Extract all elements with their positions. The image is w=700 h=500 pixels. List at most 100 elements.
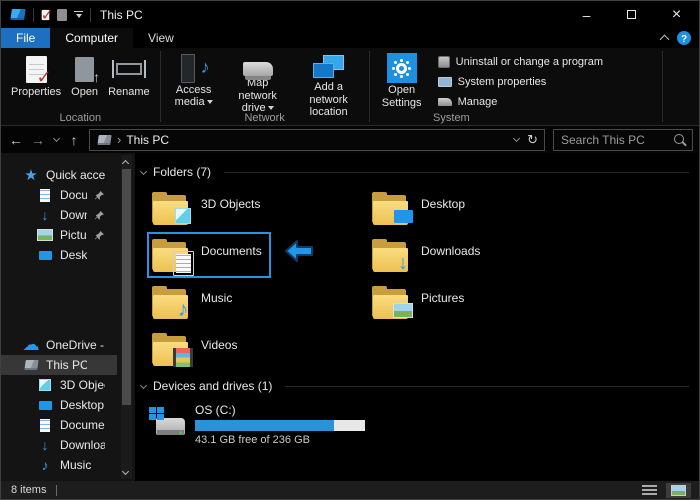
folder-tile[interactable]: Documents xyxy=(147,232,271,278)
qat-customize-caret-icon[interactable] xyxy=(74,11,83,18)
quick-access-toolbar: This PC xyxy=(1,7,143,23)
add-network-location-button[interactable]: Add a network location xyxy=(295,51,363,111)
item-icon xyxy=(37,227,53,243)
section-rule xyxy=(224,172,689,173)
search-icon[interactable] xyxy=(673,133,687,147)
content-area: Quick access Documents Downloads xyxy=(1,153,699,481)
up-button[interactable] xyxy=(63,129,85,151)
thumbnail-view-button[interactable] xyxy=(666,483,691,498)
folder-tile[interactable]: Videos xyxy=(147,326,271,372)
sidebar-item-quick-access[interactable]: Quick access xyxy=(1,165,135,185)
folders-section-header[interactable]: Folders (7) xyxy=(141,163,689,181)
drive-tile-os-c[interactable]: OS (C:) 43.1 GB free of 236 GB xyxy=(149,403,689,446)
rename-icon xyxy=(116,63,142,75)
system-properties-button[interactable]: System properties xyxy=(438,73,603,91)
section-title: Devices and drives (1) xyxy=(153,379,272,393)
group-label-network: Network xyxy=(161,112,369,124)
details-view-button[interactable] xyxy=(637,483,662,498)
search-input[interactable] xyxy=(559,132,673,148)
window-controls xyxy=(564,1,699,28)
dropdown-caret-icon xyxy=(207,100,213,104)
collapse-ribbon-icon[interactable] xyxy=(660,35,670,45)
sidebar-item[interactable]: 3D Objects xyxy=(1,375,135,395)
rename-button[interactable]: Rename xyxy=(104,51,154,111)
help-button[interactable] xyxy=(677,31,691,45)
sidebar-item[interactable]: Pictures xyxy=(1,225,135,245)
app-icon xyxy=(10,7,26,23)
ribbon-group-location: Properties Open Rename Location xyxy=(1,48,160,125)
window-title: This PC xyxy=(100,8,143,22)
folder-label: Documents xyxy=(201,244,262,258)
system-properties-label: System properties xyxy=(458,76,547,88)
sidebar-scrollbar[interactable] xyxy=(121,155,132,479)
sidebar-item[interactable]: Documents xyxy=(1,185,135,205)
onedrive-icon xyxy=(23,337,39,353)
access-media-label: Access media xyxy=(175,84,212,109)
access-media-button[interactable]: Access media xyxy=(167,51,221,111)
scroll-up-icon[interactable] xyxy=(122,160,129,167)
folder-tile[interactable]: Pictures xyxy=(367,279,491,325)
uninstall-icon xyxy=(438,56,450,68)
sidebar-item[interactable]: Desktop xyxy=(1,245,135,265)
add-network-location-icon xyxy=(313,53,344,80)
qat-properties-icon[interactable] xyxy=(42,9,50,19)
close-button[interactable] xyxy=(654,1,699,28)
item-icon xyxy=(37,457,53,473)
folder-icon xyxy=(152,332,190,366)
tab-view[interactable]: View xyxy=(133,28,189,48)
sidebar-item[interactable]: Desktop xyxy=(1,395,135,415)
address-bar[interactable]: This PC xyxy=(89,129,545,151)
folder-overlay-icon xyxy=(392,205,414,227)
item-icon xyxy=(37,187,53,203)
breadcrumb[interactable]: This PC xyxy=(126,133,169,147)
folder-tile[interactable]: Desktop xyxy=(367,185,491,231)
tab-file[interactable]: File xyxy=(1,28,50,48)
folder-view: Folders (7) 3D Objects xyxy=(135,153,699,481)
folder-label: Videos xyxy=(201,338,237,352)
folder-icon xyxy=(152,285,190,319)
chevron-down-icon xyxy=(52,135,59,142)
disk-usage-fill xyxy=(195,420,334,431)
scrollbar-thumb[interactable] xyxy=(122,169,131,405)
folder-tile[interactable]: Music xyxy=(147,279,271,325)
open-settings-button[interactable]: Open Settings xyxy=(376,51,428,111)
item-label: Music xyxy=(60,458,91,472)
collapse-section-icon[interactable] xyxy=(140,381,147,388)
map-network-drive-button[interactable]: Map network drive xyxy=(223,51,293,111)
open-button[interactable]: Open xyxy=(67,51,102,111)
file-explorer-window: This PC File Computer View Properties Op… xyxy=(0,0,700,500)
minimize-button[interactable] xyxy=(564,1,609,28)
open-settings-label: Open Settings xyxy=(380,84,424,109)
sidebar-item[interactable]: Downloads xyxy=(1,205,135,225)
recent-locations-button[interactable] xyxy=(49,129,63,151)
drives-section-header[interactable]: Devices and drives (1) xyxy=(141,377,689,395)
refresh-icon[interactable] xyxy=(527,132,538,148)
item-count: 8 items xyxy=(11,484,46,496)
maximize-icon xyxy=(627,10,636,19)
folder-icon xyxy=(372,238,410,272)
sidebar-item[interactable]: Downloads xyxy=(1,435,135,455)
tab-computer[interactable]: Computer xyxy=(50,28,133,48)
manage-button[interactable]: Manage xyxy=(438,93,603,111)
pin-icon xyxy=(94,230,105,241)
forward-button[interactable] xyxy=(27,129,49,151)
collapse-section-icon[interactable] xyxy=(140,167,147,174)
sidebar-item-onedrive[interactable]: OneDrive - Dell Te xyxy=(1,335,135,355)
section-rule xyxy=(285,386,689,387)
folder-tiles: 3D Objects Documents xyxy=(147,185,689,373)
folder-label: 3D Objects xyxy=(201,197,260,211)
maximize-button[interactable] xyxy=(609,1,654,28)
sidebar-item[interactable]: Music xyxy=(1,455,135,475)
this-pc-list: 3D Objects Desktop Documents Dow xyxy=(1,375,135,475)
sidebar-item[interactable]: Documents xyxy=(1,415,135,435)
qat-folder-icon[interactable] xyxy=(57,9,67,21)
this-pc-icon xyxy=(23,357,39,373)
uninstall-program-button[interactable]: Uninstall or change a program xyxy=(438,53,603,71)
folder-tile[interactable]: 3D Objects xyxy=(147,185,271,231)
scroll-down-icon[interactable] xyxy=(122,468,129,475)
properties-button[interactable]: Properties xyxy=(7,51,65,111)
back-button[interactable] xyxy=(5,129,27,151)
address-dropdown-icon[interactable] xyxy=(513,135,520,142)
sidebar-item-this-pc[interactable]: This PC xyxy=(1,355,117,375)
folder-tile[interactable]: Downloads xyxy=(367,232,491,278)
